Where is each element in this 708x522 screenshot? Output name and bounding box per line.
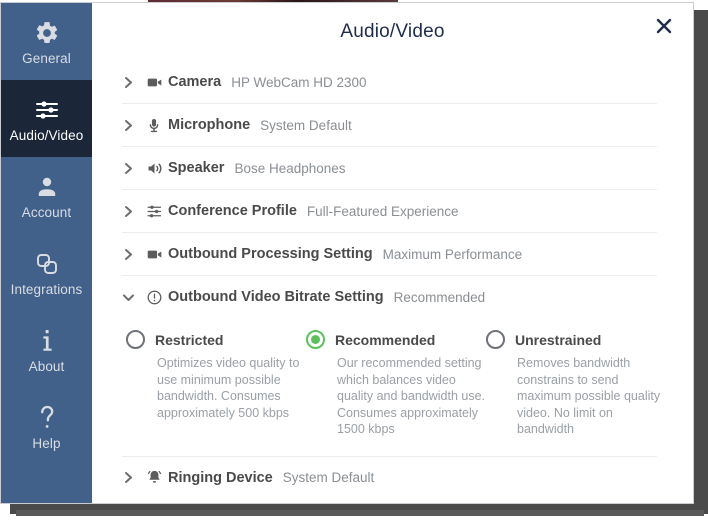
setting-label: Speaker [168, 160, 225, 176]
setting-value: Full-Featured Experience [306, 203, 459, 219]
chevron-right-icon[interactable] [122, 205, 142, 218]
sidebar-item-about[interactable]: About [1, 311, 92, 388]
chevron-right-icon[interactable] [122, 162, 142, 175]
mic-icon [142, 117, 166, 134]
settings-main-panel: Audio/Video Camera HP WebCam HD 2300 Mic… [92, 3, 693, 503]
camera-icon [142, 74, 166, 91]
sidebar-item-label: Integrations [10, 281, 83, 297]
page-title: Audio/Video [340, 21, 445, 42]
setting-label: Outbound Video Bitrate Setting [168, 289, 384, 305]
dialog-title-bar: Audio/Video [92, 3, 693, 61]
setting-value: Maximum Performance [382, 246, 523, 262]
setting-row-microphone[interactable]: Microphone System Default [122, 104, 657, 147]
sidebar-item-audio-video[interactable]: Audio/Video [1, 80, 92, 157]
sidebar-item-help[interactable]: Help [1, 388, 92, 465]
dialog-shadow-bottom-inner [16, 510, 704, 516]
person-icon [35, 172, 59, 202]
info-icon [142, 289, 166, 306]
sidebar-item-integrations[interactable]: Integrations [1, 234, 92, 311]
setting-value: System Default [282, 470, 375, 485]
bitrate-option-description: Our recommended setting which balances v… [337, 356, 486, 436]
speaker-icon [142, 160, 166, 177]
setting-row-ringing-device[interactable]: Ringing Device System Default [122, 457, 657, 499]
gear-icon [34, 18, 60, 48]
setting-value: HP WebCam HD 2300 [231, 74, 367, 90]
settings-rows: Camera HP WebCam HD 2300 Microphone Syst… [92, 61, 693, 499]
setting-label: Microphone [168, 117, 251, 133]
bitrate-option-description: Removes bandwidth constrains to send max… [517, 356, 661, 436]
sidebar-item-label: General [22, 50, 71, 66]
bitrate-option-header: Unrestrained [486, 330, 666, 349]
setting-value: Bose Headphones [234, 160, 346, 176]
setting-row-camera[interactable]: Camera HP WebCam HD 2300 [122, 61, 657, 104]
radio-button-unrestrained[interactable] [486, 330, 505, 349]
chevron-down-icon[interactable] [122, 291, 142, 304]
sidebar-nav: General Audio/Video Account Integrations… [1, 3, 92, 503]
bitrate-option-label: Recommended [335, 331, 436, 348]
squares-icon [34, 249, 60, 279]
settings-dialog: General Audio/Video Account Integrations… [0, 2, 694, 504]
chevron-right-icon[interactable] [122, 248, 142, 261]
sidebar-item-label: About [28, 358, 65, 374]
sidebar-item-account[interactable]: Account [1, 157, 92, 234]
camera-icon [142, 246, 166, 263]
chevron-right-icon[interactable] [122, 119, 142, 132]
bitrate-option-recommended[interactable]: Recommended Our recommended setting whic… [306, 330, 486, 438]
bell-icon [142, 469, 166, 486]
radio-button-restricted[interactable] [126, 330, 145, 349]
sidebar-item-label: Audio/Video [9, 127, 84, 143]
chevron-right-icon[interactable] [122, 76, 142, 89]
bitrate-option-description: Optimizes video quality to use minimum p… [157, 356, 300, 420]
setting-row-speaker[interactable]: Speaker Bose Headphones [122, 147, 657, 190]
bitrate-option-header: Restricted [126, 330, 306, 349]
sidebar-item-general[interactable]: General [1, 3, 92, 80]
setting-value: Recommended [393, 289, 486, 305]
setting-row-outbound-processing[interactable]: Outbound Processing Setting Maximum Perf… [122, 233, 657, 276]
bitrate-option-restricted[interactable]: Restricted Optimizes video quality to us… [126, 330, 306, 438]
bitrate-options-group: Restricted Optimizes video quality to us… [122, 318, 660, 457]
setting-label: Outbound Processing Setting [168, 246, 373, 262]
sidebar-item-label: Help [32, 435, 61, 451]
setting-row-conference-profile[interactable]: Conference Profile Full-Featured Experie… [122, 190, 657, 233]
setting-row-outbound-video-bitrate[interactable]: Outbound Video Bitrate Setting Recommend… [122, 276, 657, 318]
question-icon [35, 403, 59, 433]
setting-label: Conference Profile [168, 203, 297, 219]
bitrate-option-label: Unrestrained [515, 331, 602, 348]
close-button[interactable] [649, 11, 679, 41]
sliders-icon [142, 203, 166, 220]
setting-label: Camera [168, 74, 222, 90]
info-i-icon [35, 326, 59, 356]
setting-value: System Default [260, 117, 352, 133]
radio-button-recommended[interactable] [306, 330, 325, 349]
sliders-icon [33, 95, 61, 125]
sidebar-item-label: Account [21, 204, 72, 220]
setting-label: Ringing Device [168, 469, 273, 486]
bitrate-option-header: Recommended [306, 330, 486, 349]
dialog-shadow-right [694, 10, 708, 510]
chevron-right-icon[interactable] [122, 471, 142, 484]
bitrate-option-label: Restricted [155, 331, 224, 348]
bitrate-option-unrestrained[interactable]: Unrestrained Removes bandwidth constrain… [486, 330, 666, 438]
